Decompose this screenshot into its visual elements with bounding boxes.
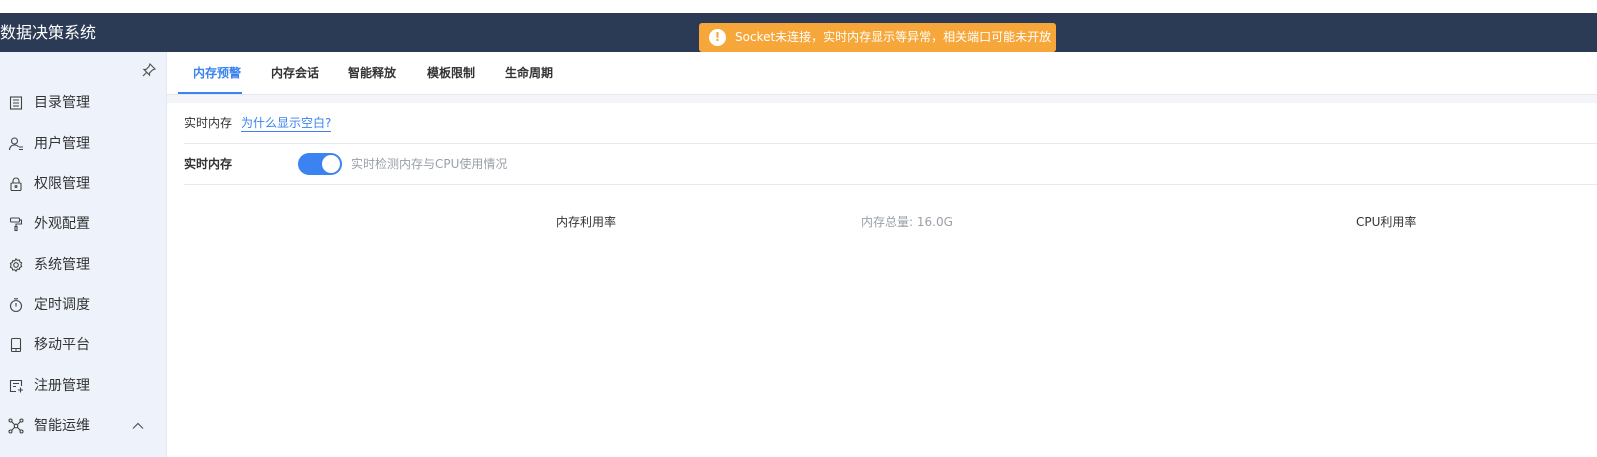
tab-memory-session[interactable]: 内存会话 bbox=[271, 52, 319, 95]
sidebar-item-permissions[interactable]: 权限管理 bbox=[0, 164, 167, 204]
app-header: 数据决策系统 ! Socket未连接，实时内存显示等异常，相关端口可能未开放 bbox=[0, 13, 1597, 52]
sidebar-item-label: 智能运维 bbox=[34, 418, 90, 434]
sidebar-item-label: 用户管理 bbox=[34, 136, 90, 152]
sidebar-item-catalog[interactable]: 目录管理 bbox=[0, 83, 167, 123]
content-gap bbox=[167, 95, 1597, 103]
app-title: 数据决策系统 bbox=[0, 23, 97, 42]
realtime-memory-toggle[interactable] bbox=[298, 153, 342, 175]
sidebar-item-ops[interactable]: 智能运维 bbox=[0, 406, 167, 446]
section-label: 实时内存 bbox=[184, 116, 233, 130]
sidebar-item-appearance[interactable]: 外观配置 bbox=[0, 204, 167, 244]
register-icon bbox=[9, 379, 23, 393]
sidebar-item-system[interactable]: 系统管理 bbox=[0, 245, 167, 285]
user-icon bbox=[8, 137, 23, 151]
why-blank-link-text: 为什么显示空白? bbox=[241, 116, 332, 132]
pin-icon[interactable] bbox=[141, 62, 157, 78]
toggle-knob bbox=[322, 155, 340, 173]
mobile-icon bbox=[10, 337, 22, 353]
tab-smart-release[interactable]: 智能释放 bbox=[348, 52, 396, 95]
sidebar-item-label: 目录管理 bbox=[34, 95, 90, 111]
sidebar-item-label: 移动平台 bbox=[34, 337, 90, 353]
sidebar-item-mobile[interactable]: 移动平台 bbox=[0, 325, 167, 365]
top-strip bbox=[0, 0, 1597, 13]
catalog-icon bbox=[9, 96, 23, 110]
gear-icon bbox=[9, 257, 23, 273]
memory-alert-panel: 实时内存 为什么显示空白? 实时内存 实时检测内存与CPU使用情况 内存利用率 … bbox=[176, 103, 1597, 457]
sidebar-item-users[interactable]: 用户管理 bbox=[0, 124, 167, 164]
sidebar-item-label: 注册管理 bbox=[34, 378, 90, 394]
why-blank-link[interactable]: 为什么显示空白? bbox=[241, 103, 332, 143]
toggle-label: 实时内存 bbox=[184, 157, 233, 171]
paint-roller-icon bbox=[9, 217, 23, 232]
memory-total: 内存总量: 16.0G bbox=[861, 215, 953, 229]
toast-message: Socket未连接，实时内存显示等异常，相关端口可能未开放 bbox=[735, 30, 1052, 44]
sidebar-item-label: 权限管理 bbox=[34, 176, 90, 192]
toggle-description: 实时检测内存与CPU使用情况 bbox=[351, 157, 508, 171]
sidebar-item-registration[interactable]: 注册管理 bbox=[0, 366, 167, 406]
active-tab-indicator bbox=[178, 92, 242, 94]
tab-template-limit[interactable]: 模板限制 bbox=[427, 52, 475, 95]
tab-bar: 内存预警 内存会话 智能释放 模板限制 生命周期 bbox=[167, 52, 1597, 95]
memory-chart-title: 内存利用率 bbox=[556, 215, 617, 229]
tab-lifecycle[interactable]: 生命周期 bbox=[505, 52, 553, 95]
sidebar-item-scheduler[interactable]: 定时调度 bbox=[0, 285, 167, 325]
divider bbox=[184, 184, 1597, 185]
sidebar: 目录管理 用户管理 权限管理 外观配置 系统管理 定时调度 移动平台 注册管理 … bbox=[0, 52, 167, 457]
cpu-chart-title: CPU利用率 bbox=[1356, 215, 1417, 229]
socket-warning-toast: ! Socket未连接，实时内存显示等异常，相关端口可能未开放 bbox=[699, 23, 1056, 52]
exclamation-icon: ! bbox=[709, 29, 726, 46]
lock-icon bbox=[10, 177, 22, 192]
sidebar-item-label: 外观配置 bbox=[34, 216, 90, 232]
sidebar-item-label: 定时调度 bbox=[34, 297, 90, 313]
network-icon bbox=[8, 418, 24, 434]
chevron-up-icon[interactable] bbox=[131, 419, 145, 433]
tab-memory-alert[interactable]: 内存预警 bbox=[193, 52, 241, 95]
stopwatch-icon bbox=[9, 298, 23, 313]
sidebar-item-label: 系统管理 bbox=[34, 257, 90, 273]
